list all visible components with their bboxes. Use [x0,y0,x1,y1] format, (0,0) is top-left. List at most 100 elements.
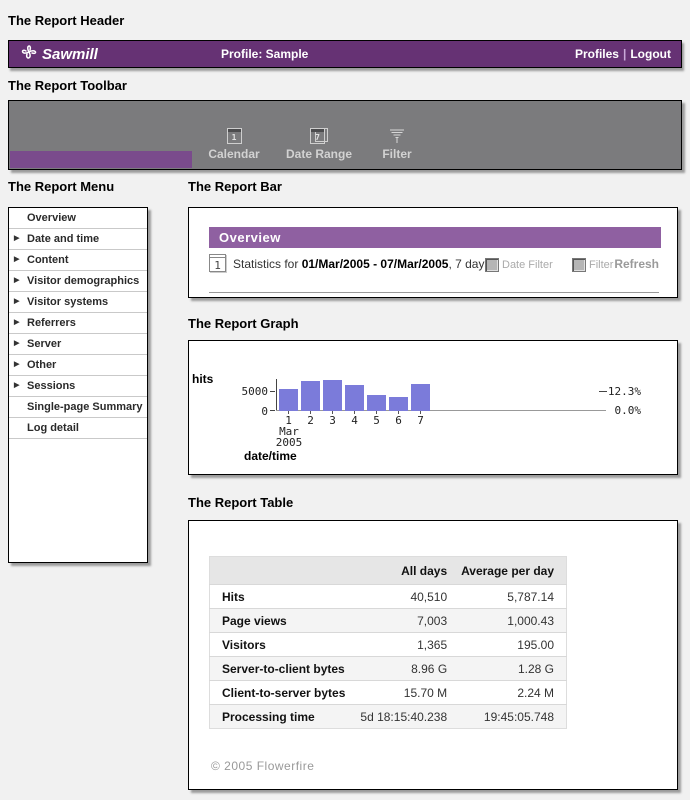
row-label: Client-to-server bytes [210,681,359,705]
row-avg-per-day-value: 2.24 M [459,681,566,705]
expand-arrow-icon: ▶ [14,271,19,291]
report-toolbar: 1 Calendar7Date RangeFilter [8,100,682,170]
menu-item-label: Content [27,254,69,266]
x-tick-label: 7 [408,414,433,427]
report-header-bar: Sawmill Profile: Sample Profiles | Logout [8,40,682,68]
menu-item-label: Visitor systems [27,296,108,308]
row-all-days-value: 40,510 [359,585,460,609]
table-row-server-to-client-bytes: Server-to-client bytes8.96 G1.28 G [210,657,567,681]
menu-item-log-detail[interactable]: Log detail [9,418,147,439]
header-links: Profiles | Logout [575,41,671,67]
section-heading-report-toolbar: The Report Toolbar [8,78,127,93]
row-all-days-value: 1,365 [359,633,460,657]
menu-item-date-and-time[interactable]: ▶ Date and time [9,229,147,250]
report-bar: Overview 1 Statistics for 01/Mar/2005 - … [188,207,678,298]
row-label: Server-to-client bytes [210,657,359,681]
report-table: All days Average per day Hits40,5105,787… [188,520,678,790]
section-heading-report-graph: The Report Graph [188,316,299,331]
statistics-text: Statistics for 01/Mar/2005 - 07/Mar/2005… [233,257,490,271]
date-filter-checkbox[interactable] [485,258,499,272]
expand-arrow-icon: ▶ [14,355,19,375]
section-heading-report-header: The Report Header [8,13,124,28]
menu-item-label: Sessions [27,380,75,392]
table-header-row: All days Average per day [210,557,567,585]
page: The Report Header Sawmill Profile: Sampl… [0,0,690,800]
menu-item-overview[interactable]: Overview [9,208,147,229]
table-row-page-views: Page views7,0031,000.43 [210,609,567,633]
menu-item-label: Visitor demographics [27,275,139,287]
logout-link[interactable]: Logout [630,47,671,61]
table-header-blank [210,557,359,585]
toolbar-button-calendar[interactable]: 1 Calendar [189,126,279,161]
chart-bar-day-1 [279,389,298,411]
menu-item-visitor-demographics[interactable]: ▶ Visitor demographics [9,271,147,292]
expand-arrow-icon: ▶ [14,229,19,249]
chart-bar-day-7 [411,384,430,411]
table-row-client-to-server-bytes: Client-to-server bytes15.70 M2.24 M [210,681,567,705]
toolbar-button-label: Filter [352,147,442,161]
chart-bar-day-3 [323,380,342,411]
y-tick-dash-top [270,391,275,392]
row-label: Visitors [210,633,359,657]
filter-label: Filter [589,259,613,271]
row-avg-per-day-value: 195.00 [459,633,566,657]
profile-indicator: Profile: Sample [221,41,308,67]
chart-bar-day-5 [367,395,386,411]
filter-checkbox[interactable] [572,258,586,272]
right-axis-bottom-label: 0.0% [615,404,642,417]
date-range-icon: 7 [274,126,364,144]
row-avg-per-day-value: 5,787.14 [459,585,566,609]
date-filter-label: Date Filter [502,259,553,271]
y-tick-5000: 5000 [229,385,268,398]
copyright-footer: © 2005 Flowerfire [211,759,314,773]
right-axis-top-label: 12.3% [599,385,641,398]
chart-bar-day-6 [389,397,408,411]
row-label: Processing time [210,705,359,729]
row-all-days-value: 15.70 M [359,681,460,705]
menu-item-content[interactable]: ▶Content [9,250,147,271]
graph-y-axis [276,379,277,411]
y-tick-dash-bottom [270,410,275,411]
table-row-processing-time: Processing time5d 18:15:40.23819:45:05.7… [210,705,567,729]
toolbar-button-filter[interactable]: Filter [352,126,442,161]
toolbar-button-date-range[interactable]: 7Date Range [274,126,364,161]
table-row-hits: Hits40,5105,787.14 [210,585,567,609]
filter-funnel-icon [352,126,442,144]
graph-x-axis-title: date/time [244,449,297,463]
menu-item-other[interactable]: ▶ Other [9,355,147,376]
link-separator: | [623,47,626,61]
x-period-year: 2005 [274,436,304,449]
section-heading-report-table: The Report Table [188,495,293,510]
chart-bar-day-4 [345,385,364,411]
menu-item-referrers[interactable]: ▶ Referrers [9,313,147,334]
table-row-visitors: Visitors1,365195.00 [210,633,567,657]
expand-arrow-icon: ▶ [14,313,19,333]
y-tick-0: 0 [229,405,268,418]
calendar-icon: 1 [189,126,279,144]
toolbar-button-label: Calendar [189,147,279,161]
sawmill-logo[interactable]: Sawmill [19,41,98,67]
menu-item-label: Other [27,359,56,371]
menu-item-visitor-systems[interactable]: ▶Visitor systems [9,292,147,313]
calendar-icon-digit: 1 [210,259,225,272]
menu-item-server[interactable]: ▶Server [9,334,147,355]
expand-arrow-icon: ▶ [14,334,19,354]
menu-item-single-page-summary[interactable]: Single-page Summary [9,397,147,418]
row-all-days-value: 5d 18:15:40.238 [359,705,460,729]
profiles-link[interactable]: Profiles [575,47,619,61]
menu-item-label: Referrers [27,317,76,329]
stats-prefix: Statistics for [233,257,302,271]
menu-item-label: Single-page Summary [27,401,143,413]
menu-item-label: Date and time [27,233,99,245]
row-all-days-value: 7,003 [359,609,460,633]
report-menu-list: Overview▶Date and time▶Content▶Visitor d… [9,208,147,439]
report-menu: Overview▶Date and time▶Content▶Visitor d… [8,207,148,563]
statistics-table: All days Average per day Hits40,5105,787… [209,556,567,729]
graph-y-axis-title: hits [192,372,213,386]
section-heading-report-menu: The Report Menu [8,179,114,194]
row-label: Page views [210,609,359,633]
refresh-button[interactable]: Refresh [614,257,659,271]
menu-item-sessions[interactable]: ▶Sessions [9,376,147,397]
toolbar-accent-strip [10,151,192,168]
menu-item-label: Log detail [27,422,79,434]
